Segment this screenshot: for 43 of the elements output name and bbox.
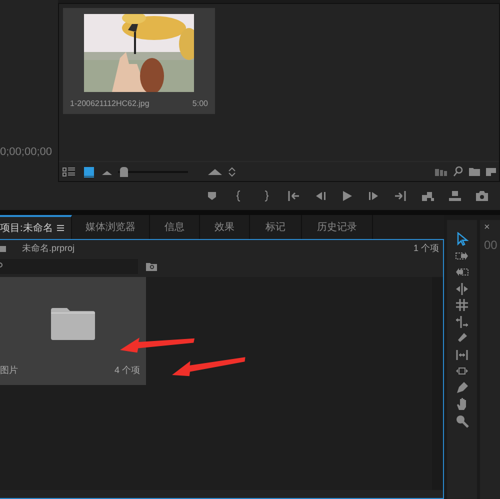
search-field[interactable]	[0, 258, 138, 274]
marker-icon[interactable]	[205, 189, 219, 203]
bin-count: 4 个项	[114, 364, 140, 377]
bars-icon[interactable]	[435, 168, 447, 176]
ripple-edit-icon[interactable]	[455, 282, 469, 296]
hand-icon[interactable]	[455, 397, 469, 411]
clip-tile[interactable]: 1-200621112HC62.jpg 5:00	[63, 8, 215, 114]
large-mountain-icon	[208, 168, 222, 175]
panel-tab[interactable]: 项目:未命名	[0, 215, 72, 239]
item-count: 1 个项	[413, 242, 439, 255]
folder-icon	[51, 308, 95, 340]
slip-icon[interactable]	[455, 348, 469, 362]
list-view-icon[interactable]	[62, 164, 76, 178]
play-icon[interactable]	[340, 189, 354, 203]
insert-icon[interactable]	[421, 189, 435, 203]
sort-icon[interactable]	[228, 166, 236, 178]
razor-icon[interactable]	[455, 331, 469, 345]
camera-icon[interactable]	[475, 189, 489, 203]
timecode: 00	[484, 237, 498, 254]
go-to-in-icon[interactable]	[286, 189, 300, 203]
zoom-slider[interactable]	[118, 166, 188, 176]
rate-stretch-icon[interactable]	[455, 314, 469, 328]
menu-icon[interactable]	[56, 225, 64, 231]
new-bin-icon[interactable]	[146, 262, 157, 270]
close-button[interactable]: ×	[484, 222, 500, 234]
folder-icon	[0, 245, 6, 252]
project-file-name: 未命名.prproj	[22, 242, 75, 255]
pen-icon[interactable]	[455, 380, 469, 394]
rolling-edit-icon[interactable]	[455, 298, 469, 312]
timecode: 0;00;00;00	[0, 144, 53, 160]
clip-name: 1-200621112HC62.jpg	[70, 98, 150, 110]
new-item-icon[interactable]	[486, 167, 496, 176]
icon-view-icon[interactable]	[82, 164, 96, 178]
zoom-icon[interactable]	[455, 414, 469, 428]
small-mountain-icon	[102, 168, 112, 174]
overwrite-icon[interactable]	[448, 189, 462, 203]
folder-icon[interactable]	[469, 167, 480, 176]
bin-name: 图片	[0, 364, 18, 377]
scroll-track[interactable]	[432, 277, 443, 490]
go-to-out-icon[interactable]	[394, 189, 408, 203]
clip-duration: 5:00	[192, 98, 208, 110]
bin-tile[interactable]: 图片 4 个项	[0, 277, 146, 385]
arrow-pointer-icon[interactable]	[455, 232, 469, 246]
